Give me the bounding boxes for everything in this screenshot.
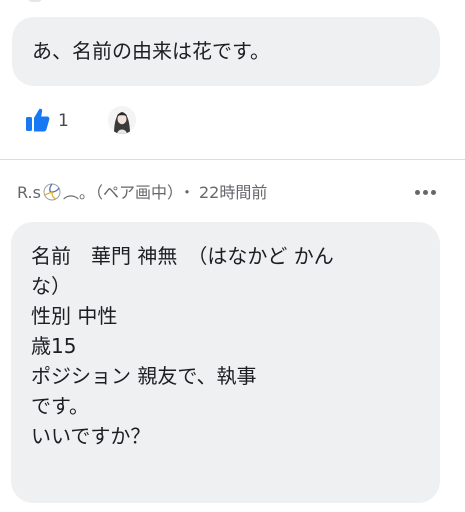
more-options-button[interactable] [410, 180, 440, 204]
reaction-count: 1 [58, 111, 69, 131]
comment-text: あ、名前の由来は花です。 [32, 39, 270, 63]
comment-line: 名前 華門 神無 （はなかど かん [31, 244, 334, 268]
comment-line: 性別 中性 [31, 304, 118, 328]
comment-bubble: 名前 華門 神無 （はなかど かん な） 性別 中性 歳15 ポジション 親友で… [11, 222, 440, 503]
comment-line: な） [31, 274, 71, 298]
divider [0, 159, 465, 160]
avatar[interactable] [108, 106, 136, 134]
comment-line: 歳15 [31, 334, 77, 358]
comment-bubble: あ、名前の由来は花です。 [12, 17, 440, 86]
comment-line: いいですか？ [31, 424, 151, 448]
comment-line: です。 [31, 394, 89, 418]
thumbs-up-icon[interactable] [23, 106, 51, 134]
separator: ・ [178, 183, 195, 202]
more-horizontal-icon [414, 189, 420, 195]
volleyball-icon [43, 183, 61, 201]
more-dot [422, 189, 428, 195]
author-name[interactable]: R.s [17, 183, 41, 202]
comment-thread: あ、名前の由来は花です。 1 R.s ︵。（ペア画中） ・ 22時間前 名前 華… [0, 0, 465, 512]
more-dot [430, 189, 436, 195]
author-status: ︵。（ペア画中） [62, 183, 175, 202]
comment-line: ポジション 親友で、執事 [31, 364, 257, 388]
comment-meta: R.s ︵。（ペア画中）・ 22時間前 [17, 182, 267, 204]
previous-item-edge [28, 0, 42, 2]
timestamp[interactable]: 22時間前 [199, 183, 267, 202]
